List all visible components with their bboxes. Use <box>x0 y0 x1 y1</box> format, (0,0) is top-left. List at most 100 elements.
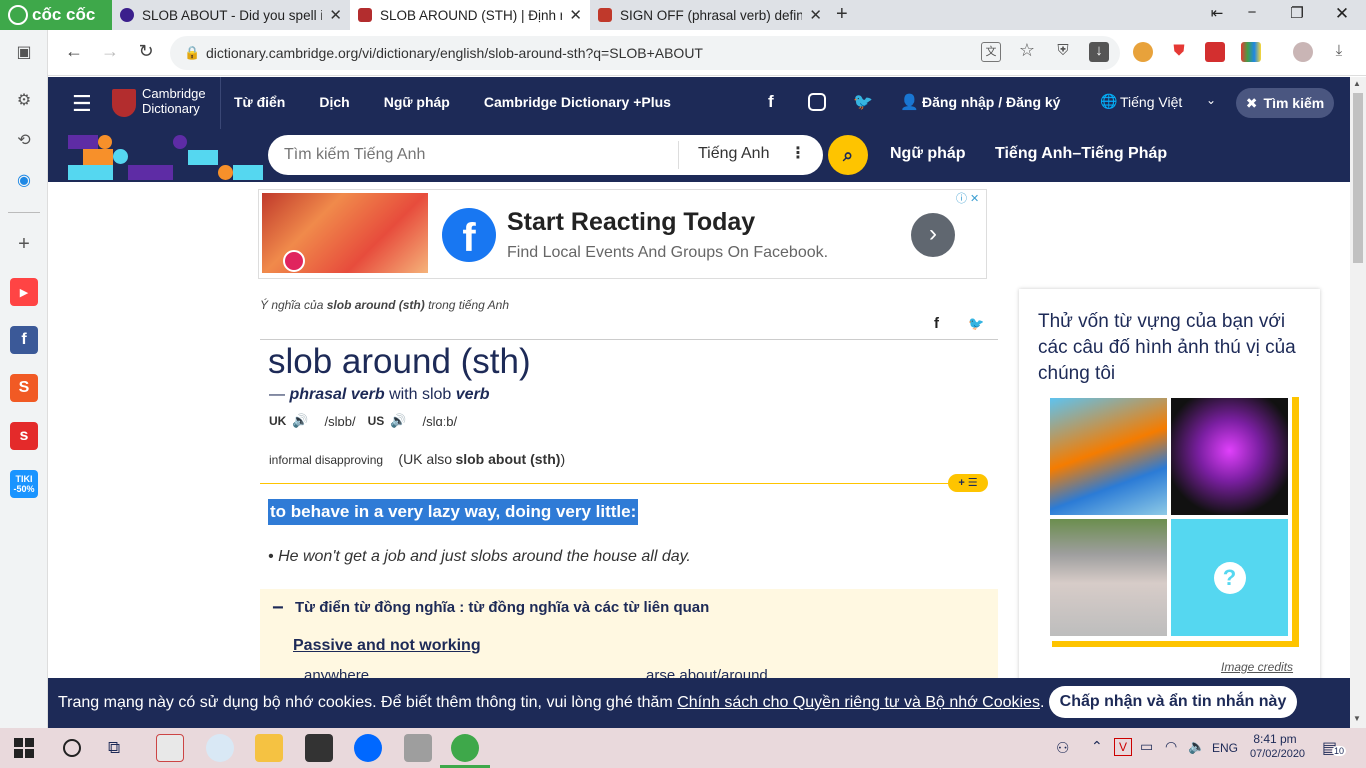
sendo-icon[interactable]: s <box>10 422 38 450</box>
profile-avatar[interactable] <box>1293 42 1313 62</box>
reload-button[interactable]: ↻ <box>134 41 158 62</box>
volume-icon[interactable]: 🔈 <box>1188 738 1205 755</box>
ad-title: Start Reacting Today <box>507 208 756 236</box>
example-sentence: • He won't get a job and just slobs arou… <box>268 548 691 565</box>
zalo-icon[interactable] <box>354 734 382 762</box>
browser-logo[interactable]: cốc cốc <box>0 0 112 30</box>
share-facebook-icon[interactable]: f <box>934 315 939 332</box>
battery-icon[interactable]: ▭ <box>1140 738 1153 755</box>
nav-translate[interactable]: Dịch <box>319 94 349 110</box>
extension-icon[interactable] <box>1241 42 1261 62</box>
taskbar-app-icon[interactable] <box>156 734 184 762</box>
extension-icon[interactable] <box>1133 42 1153 62</box>
notification-center[interactable]: ▤ 10 <box>1322 738 1347 758</box>
forward-button[interactable]: → <box>98 41 122 62</box>
search-icon[interactable] <box>63 739 81 757</box>
grammar-link[interactable]: Ngữ pháp <box>890 145 966 163</box>
tray-chevron-icon[interactable]: ⌃ <box>1091 738 1103 755</box>
minimize-button[interactable]: − <box>1232 4 1272 21</box>
address-bar[interactable]: 🔒 dictionary.cambridge.org/vi/dictionary… <box>170 36 1120 70</box>
search-input[interactable] <box>268 135 676 175</box>
taskbar-app-icon[interactable] <box>206 734 234 762</box>
login-link[interactable]: Đăng nhập / Đăng ký <box>922 94 1060 110</box>
wifi-icon[interactable]: ◠ <box>1165 738 1177 755</box>
scroll-down-icon[interactable]: ▼ <box>1353 714 1361 723</box>
collapse-toggle[interactable]: − <box>272 597 284 620</box>
dictionary-select[interactable]: Tiếng Anh <box>698 145 769 163</box>
instagram-icon[interactable] <box>808 93 826 111</box>
tab-slob-about[interactable]: SLOB ABOUT - Did you spell it ✕ <box>112 0 350 30</box>
share-twitter-icon[interactable]: 🐦 <box>968 316 984 332</box>
messenger-icon[interactable]: ◉ <box>10 166 38 194</box>
more-options-icon[interactable]: ⋮ <box>790 143 806 163</box>
tab-slob-around[interactable]: SLOB AROUND (STH) | Định nghĩa ✕ <box>350 0 590 30</box>
window-icon[interactable]: ▣ <box>10 38 38 66</box>
unikey-icon[interactable]: V <box>1114 738 1132 756</box>
english-french-link[interactable]: Tiếng Anh–Tiếng Pháp <box>995 145 1167 163</box>
speaker-uk-icon[interactable]: 🔊 <box>292 413 308 429</box>
taskbar <box>0 728 1366 768</box>
scroll-thumb[interactable] <box>1353 93 1363 263</box>
people-icon[interactable]: ⚇ <box>1056 739 1069 757</box>
back-button[interactable]: ← <box>62 41 86 62</box>
add-icon[interactable]: + <box>10 230 38 258</box>
page-scrollbar[interactable]: ▲ ▼ <box>1350 77 1366 728</box>
cookie-policy-link[interactable]: Chính sách cho Quyền riêng tư và Bộ nhớ … <box>677 694 1040 712</box>
search-toggle-button[interactable]: ✖ Tìm kiếm <box>1236 88 1334 118</box>
shopee-icon[interactable]: S <box>10 374 38 402</box>
restore-tabs-icon[interactable]: ⇤ <box>1197 4 1237 22</box>
extension-icon[interactable] <box>1205 42 1225 62</box>
speaker-us-icon[interactable]: 🔊 <box>390 413 406 429</box>
quiz-image-ferris-wheel[interactable] <box>1171 398 1288 515</box>
quiz-image-playhouse[interactable] <box>1050 519 1167 636</box>
windows-start-icon[interactable] <box>14 738 34 758</box>
bookmark-star-icon[interactable]: ☆ <box>1017 40 1037 60</box>
close-tab-icon[interactable]: ✕ <box>569 6 582 24</box>
settings-icon[interactable]: ⚙ <box>10 86 38 114</box>
task-view-icon[interactable]: ⧉ <box>108 738 120 758</box>
accept-cookies-button[interactable]: Chấp nhận và ẩn tin nhắn này <box>1049 686 1297 718</box>
quiz-image-unknown[interactable]: ? <box>1171 519 1288 636</box>
new-tab-button[interactable]: + <box>836 3 848 26</box>
hamburger-menu-icon[interactable]: ☰ <box>72 91 92 117</box>
image-credits-link[interactable]: Image credits <box>1221 660 1293 674</box>
file-explorer-icon[interactable] <box>255 734 283 762</box>
tiki-icon[interactable]: TIKI -50% <box>10 470 38 498</box>
site-logo[interactable]: Cambridge Dictionary <box>142 86 206 116</box>
clock[interactable]: 8:41 pm 07/02/2020 <box>1250 732 1305 760</box>
youtube-icon[interactable]: ▶ <box>10 278 38 306</box>
facebook-icon[interactable]: f <box>768 92 774 112</box>
scroll-up-icon[interactable]: ▲ <box>1353 79 1361 88</box>
download-icon[interactable]: ↓ <box>1089 42 1109 62</box>
advertisement[interactable]: f Start Reacting Today Find Local Events… <box>258 189 987 279</box>
adblock-icon[interactable]: ⛊ <box>1169 42 1189 62</box>
maximize-button[interactable]: ❐ <box>1277 4 1317 22</box>
taskbar-app-icon[interactable] <box>404 734 432 762</box>
nav-grammar[interactable]: Ngữ pháp <box>384 94 450 110</box>
ad-info-icon[interactable]: ⓘ ✕ <box>956 190 979 206</box>
tab-sign-off[interactable]: SIGN OFF (phrasal verb) definition ✕ <box>590 0 830 30</box>
taskbar-app-icon[interactable] <box>305 734 333 762</box>
history-icon[interactable]: ⟲ <box>10 126 38 154</box>
facebook-icon[interactable]: f <box>10 326 38 354</box>
shield-icon[interactable]: ⛨ <box>1053 42 1073 62</box>
downloads-icon[interactable]: ⤓ <box>1329 42 1349 62</box>
close-tab-icon[interactable]: ✕ <box>809 6 822 24</box>
search-box: Tiếng Anh ⋮ <box>268 135 823 175</box>
ad-next-button[interactable]: › <box>911 213 955 257</box>
thesaurus-group-link[interactable]: Passive and not working <box>293 637 481 655</box>
close-tab-icon[interactable]: ✕ <box>329 6 342 24</box>
quiz-image-waterslide[interactable] <box>1050 398 1167 515</box>
language-select[interactable]: Tiếng Việt <box>1120 94 1182 110</box>
decor-block <box>98 135 112 149</box>
translate-icon[interactable]: 文 <box>981 42 1001 62</box>
input-language[interactable]: ENG <box>1212 741 1238 755</box>
search-divider <box>678 141 679 169</box>
close-window-button[interactable]: ✕ <box>1322 4 1362 24</box>
nav-plus[interactable]: Cambridge Dictionary +Plus <box>484 94 671 110</box>
search-button[interactable]: ⌕ <box>828 135 868 175</box>
more-examples-button[interactable]: + ☰ <box>948 474 988 492</box>
coccoc-taskbar-icon[interactable] <box>451 734 479 762</box>
nav-dictionary[interactable]: Từ điển <box>234 94 285 110</box>
twitter-icon[interactable]: 🐦 <box>853 92 873 112</box>
